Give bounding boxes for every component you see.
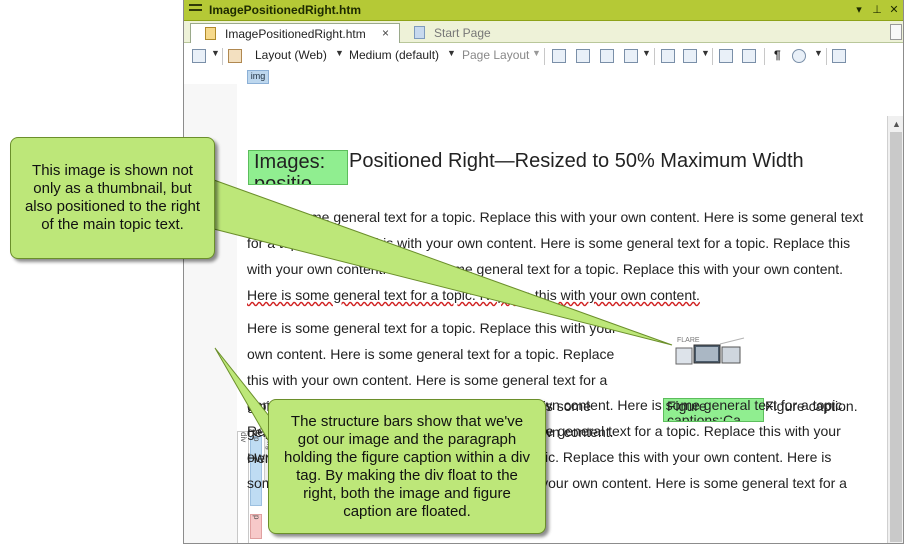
toolbar-separator [712, 48, 713, 65]
toolbar-separator [222, 48, 223, 65]
callout-structure-bars-note: The structure bars show that we've got o… [268, 399, 546, 534]
show-tags-icon[interactable] [719, 48, 733, 64]
tab-label: Start Page [434, 26, 491, 40]
paragraph-1[interactable]: Here is some general text for a topic. R… [247, 204, 867, 308]
conditions-icon[interactable] [624, 48, 638, 64]
paragraph-1-text: Here is some general text for a topic. R… [247, 209, 864, 277]
layout-dropdown-icon[interactable]: ▼ [335, 48, 344, 58]
menu-icon[interactable] [189, 4, 202, 16]
text-format-icon[interactable] [661, 48, 675, 64]
toolbar-separator [654, 48, 655, 65]
toolbar-separator [764, 48, 765, 65]
insert-icon[interactable] [832, 48, 846, 64]
image-icon[interactable] [600, 48, 614, 64]
compare-icon[interactable] [576, 48, 590, 64]
conditions-dropdown-icon[interactable]: ▼ [642, 48, 651, 58]
thumbnail-image[interactable]: FLARE [674, 334, 746, 370]
font-icon[interactable] [683, 48, 697, 64]
show-blocks-icon[interactable] [742, 48, 756, 64]
zoom-icon[interactable] [192, 48, 206, 64]
medium-dropdown[interactable]: Medium (default) [349, 48, 439, 64]
scrollbar-thumb[interactable] [890, 132, 902, 542]
editor-toolbar: ▼ Layout (Web) ▼ Medium (default) ▼ Page… [184, 44, 903, 68]
tracking-icon[interactable] [228, 48, 242, 64]
heading-text: Positioned Right—Resized to 50% Maximum … [349, 150, 804, 172]
dropdown-icon[interactable]: ▾ [852, 3, 866, 16]
start-page-icon [414, 26, 425, 39]
heading-variable-highlight[interactable]: Images: positio [248, 150, 348, 185]
page-layout-dropdown-icon[interactable]: ▼ [532, 48, 541, 58]
paragraph-1-tail: Here is some general text for a topic. R… [247, 287, 700, 303]
tab-start-page[interactable]: Start Page [406, 23, 526, 43]
view-options-icon[interactable] [792, 48, 806, 64]
callout-thumbnail-note: This image is shown not only as a thumbn… [10, 137, 215, 259]
page-layout-dropdown[interactable]: Page Layout [462, 48, 529, 64]
img-tag-marker[interactable]: img [247, 70, 269, 84]
document-icon [205, 27, 216, 40]
show-markers-icon[interactable]: ¶ [774, 48, 781, 64]
vertical-scrollbar[interactable]: ▲ [887, 116, 903, 543]
page-heading: Positioned Right—Resized to 50% Maximum … [349, 150, 804, 173]
font-dropdown-icon[interactable]: ▼ [701, 48, 710, 58]
toolbar-separator [544, 48, 545, 65]
tab-close-icon[interactable]: × [382, 26, 389, 40]
preview-icon[interactable] [552, 48, 566, 64]
window-title-bar: ImagePositionedRight.htm ▾ ⊥ ✕ [184, 0, 903, 21]
tab-imagepositionedright[interactable]: ImagePositionedRight.htm × [190, 23, 400, 43]
tab-list-icon[interactable] [890, 24, 902, 40]
layout-dropdown[interactable]: Layout (Web) [255, 48, 327, 64]
view-options-dropdown-icon[interactable]: ▼ [814, 48, 823, 58]
medium-dropdown-icon[interactable]: ▼ [447, 48, 456, 58]
toolbar-separator [826, 48, 827, 65]
tab-strip: ImagePositionedRight.htm × Start Page [184, 21, 903, 43]
flare-logo-text: FLARE [677, 337, 700, 344]
close-icon[interactable]: ✕ [887, 3, 901, 16]
window-title: ImagePositionedRight.htm [209, 3, 362, 17]
tab-label: ImagePositionedRight.htm [225, 27, 366, 41]
pin-icon[interactable]: ⊥ [870, 3, 884, 16]
caption-p-structure-bar[interactable]: p [250, 514, 262, 539]
scroll-up-icon[interactable]: ▲ [892, 119, 901, 129]
zoom-dropdown-icon[interactable]: ▼ [211, 48, 220, 58]
